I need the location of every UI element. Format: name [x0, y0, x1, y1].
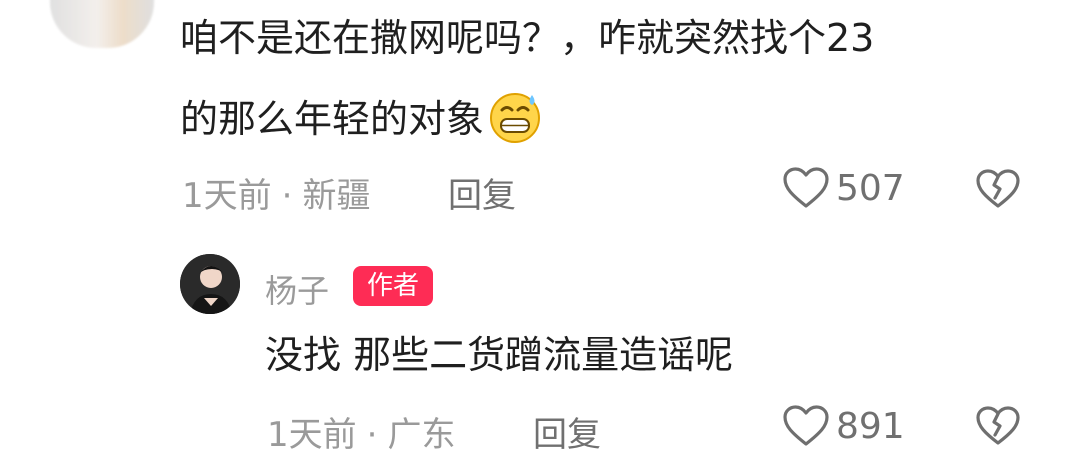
person-avatar-icon — [180, 254, 240, 314]
reply-like-button[interactable]: 891 — [782, 404, 905, 448]
reply-location: 广东 — [387, 415, 456, 454]
sweat-grin-emoji-icon — [490, 93, 541, 143]
author-badge: 作者 — [353, 266, 434, 306]
heart-outline-icon — [783, 167, 829, 208]
comment-text-line2: 的那么年轻的对象 — [180, 90, 542, 144]
comment-like-button[interactable]: 507 — [782, 166, 905, 210]
broken-heart-icon[interactable] — [975, 405, 1021, 447]
comment-meta: 1天前 · 新疆 — [182, 168, 370, 217]
comment-thread: 咱不是还在撒网呢吗？，咋就突然找个23 的那么年轻的对象 1天前 · 新疆 回复 5… — [0, 0, 1080, 454]
commenter-avatar[interactable] — [50, 0, 154, 48]
reply-reply-button[interactable]: 回复 — [533, 407, 601, 454]
separator-dot: · — [366, 415, 378, 454]
reply-text: 没找 那些二货蹭流量造谣呢 — [265, 333, 734, 377]
author-avatar[interactable] — [180, 254, 240, 314]
comment-location: 新疆 — [302, 176, 371, 216]
separator-dot: · — [281, 176, 293, 216]
reply-time: 1天前 — [267, 415, 357, 454]
heart-outline-icon — [783, 405, 829, 446]
comment-text-line1: 咱不是还在撒网呢吗？，咋就突然找个23 — [180, 16, 875, 60]
broken-heart-icon[interactable] — [975, 168, 1021, 210]
comment-like-count: 507 — [836, 167, 905, 209]
author-name[interactable]: 杨子 — [265, 266, 329, 312]
comment-time: 1天前 — [182, 176, 272, 216]
comment-reply-button[interactable]: 回复 — [448, 168, 516, 217]
reply-meta: 1天前 · 广东 — [267, 407, 455, 454]
comment-text-line2-text: 的那么年轻的对象 — [180, 97, 485, 141]
reply-like-count: 891 — [836, 405, 905, 447]
